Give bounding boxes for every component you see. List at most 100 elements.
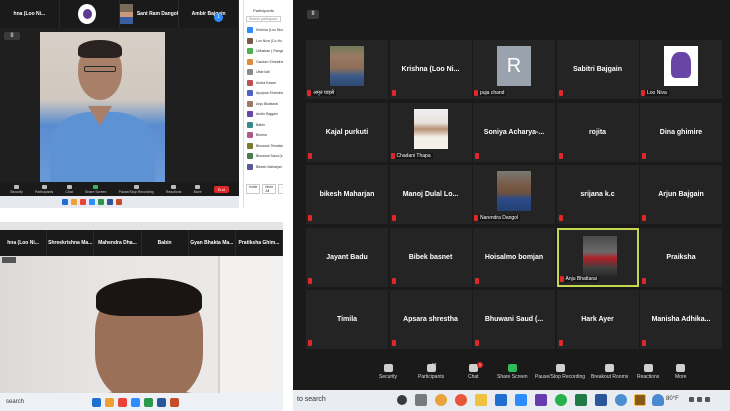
invite-button[interactable]: Invite [246, 184, 261, 194]
taskbar-app-icon[interactable] [170, 397, 179, 407]
security-button[interactable]: Security [10, 184, 23, 194]
taskbar-app-icon[interactable] [144, 397, 153, 407]
participant-row[interactable]: Bikesh Maharjan [244, 162, 283, 173]
participant-tile[interactable]: srijana k.c [556, 165, 639, 224]
participant-row[interactable]: Udhaban ( Ranga [244, 46, 283, 57]
notification-badge[interactable]: 1 [214, 13, 223, 22]
reactions-button[interactable]: Reactions [166, 184, 181, 194]
participant-tile[interactable]: rojita [556, 102, 639, 162]
word-icon[interactable] [595, 394, 607, 406]
participant-tile[interactable]: Kajal purkuti [306, 102, 388, 162]
participant-tile[interactable]: Jayant Badu [306, 227, 388, 287]
taskbar-app-icon[interactable] [70, 199, 77, 205]
participant-row[interactable]: Gautum Shrestha [244, 57, 283, 68]
strip-tile[interactable]: hna (Loo Ni... [0, 0, 60, 28]
taskbar-app-icon[interactable] [79, 199, 86, 205]
recording-button[interactable]: Pause/Stop Recording [535, 364, 585, 380]
taskbar-app-icon[interactable] [105, 397, 114, 407]
strip-tile[interactable]: Pratiksha Ghim... [236, 230, 283, 256]
participant-row[interactable]: Krishna (Loo Niva) [244, 25, 283, 36]
participant-tile[interactable]: Sabitri Bajgain [556, 40, 639, 99]
participant-tile[interactable]: Loo Niva [640, 40, 722, 99]
participant-tile[interactable]: bikesh Maharjan [306, 165, 388, 224]
strip-tile[interactable]: Babin [142, 230, 189, 256]
excel-icon[interactable] [575, 394, 587, 406]
participant-tile[interactable]: Manoj Dulal Lo... [389, 165, 472, 224]
participants-button[interactable]: 47 Participants [418, 363, 444, 380]
taskbar-app-icon[interactable] [92, 397, 101, 407]
chat-button[interactable]: 1 Chat [468, 362, 483, 380]
outlook-icon[interactable] [495, 394, 507, 406]
participant-tile[interactable]: Bhuwani Saud (... [473, 290, 555, 349]
participant-row[interactable]: Bhuwani Saud (s [244, 151, 283, 162]
more-button[interactable]: More [194, 184, 202, 194]
participant-tile[interactable]: Rpuja chand [473, 40, 555, 99]
share-screen-button[interactable]: Share Screen [497, 364, 528, 380]
file-explorer-icon[interactable] [475, 394, 487, 406]
participant-tile[interactable]: Chadani Thapa [389, 102, 472, 162]
strip-tile[interactable]: Gyan Bhakta Ma... [189, 230, 236, 256]
taskbar-search[interactable]: search [0, 399, 90, 405]
taskbar-search[interactable]: to search [297, 396, 326, 403]
edge-icon[interactable] [615, 394, 627, 406]
participant-row[interactable]: Babin [244, 120, 283, 131]
end-meeting-button[interactable]: End [213, 185, 229, 193]
strip-tile[interactable]: hna (Loo Ni... [0, 230, 48, 256]
participant-tile[interactable]: Dina ghimire [640, 102, 722, 162]
participant-row[interactable]: Ambir Bajgain [244, 109, 283, 120]
mute-all-button[interactable]: Mute All [262, 184, 277, 194]
chat-button[interactable]: Chat [65, 184, 73, 194]
more-button[interactable]: More [675, 364, 686, 380]
taskbar-app-icon[interactable] [131, 397, 140, 407]
recording-button[interactable]: Pause/Stop Recording [119, 184, 154, 194]
participant-tile[interactable]: Hoisalmo bomjan [473, 227, 555, 287]
taskbar-app-icon[interactable] [106, 199, 113, 205]
breakout-rooms-button[interactable]: Breakout Rooms [591, 364, 628, 380]
participant-search-input[interactable]: Search participant [246, 16, 281, 22]
firefox-icon[interactable] [455, 394, 467, 406]
strip-tile[interactable]: Ambir Bajgain [179, 0, 239, 28]
search-circle-icon[interactable] [397, 395, 407, 405]
participant-tile[interactable]: Anju Bhattarai [556, 227, 639, 287]
zoom-app-icon[interactable] [515, 394, 527, 406]
strip-tile[interactable] [60, 0, 120, 28]
taskbar-app-icon[interactable] [61, 199, 68, 205]
participant-tile[interactable]: Krishna (Loo Ni... [389, 40, 472, 99]
pause-icon[interactable]: II [307, 10, 319, 19]
chrome-icon[interactable] [435, 394, 447, 406]
participant-tile[interactable]: Arjun Bajgain [640, 165, 722, 224]
participant-tile[interactable]: Hark Ayer [556, 290, 639, 349]
strip-tile[interactable]: Mahendra Dha... [94, 230, 142, 256]
participant-tile[interactable]: Manisha Adhika... [640, 290, 722, 349]
participant-row[interactable]: Uttar kali [244, 67, 283, 78]
task-view-icon[interactable] [415, 394, 427, 406]
share-screen-button[interactable]: Share Screen [85, 184, 106, 194]
participant-tile[interactable]: Narendra Dangol [473, 165, 555, 224]
taskbar-app-icon[interactable] [115, 199, 122, 205]
security-button[interactable]: Security [379, 364, 397, 380]
viber-icon[interactable] [535, 394, 547, 406]
word-active-icon[interactable] [634, 394, 646, 406]
taskbar-app-icon[interactable] [97, 199, 104, 205]
participant-row[interactable]: Ayojana Shrestha [244, 88, 283, 99]
pause-icon[interactable]: II [4, 32, 20, 40]
participant-tile[interactable]: अमृत घाइसे [306, 40, 388, 99]
participant-tile[interactable]: Timila [306, 290, 388, 349]
participant-tile[interactable]: Bibek basnet [389, 227, 472, 287]
participant-tile[interactable]: Soniya Acharya-... [473, 102, 555, 162]
taskbar-app-icon[interactable] [118, 397, 127, 407]
participant-tile[interactable]: Apsara shrestha [389, 290, 472, 349]
strip-tile[interactable]: Shreekrishna Ma... [47, 230, 95, 256]
participant-row[interactable]: Loo Niva (Co-Ho [244, 36, 283, 47]
participant-row[interactable]: Amba Kesari [244, 78, 283, 89]
participants-button[interactable]: Participants [35, 184, 53, 194]
reactions-button[interactable]: Reactions [637, 364, 659, 380]
whatsapp-icon[interactable] [555, 394, 567, 406]
strip-tile[interactable]: Sant Ram Dangol [119, 0, 180, 28]
participant-tile[interactable]: Praiksha [640, 227, 722, 287]
taskbar-app-icon[interactable] [88, 199, 95, 205]
more-options-button[interactable]: ... [278, 184, 283, 194]
taskbar-app-icon[interactable] [157, 397, 166, 407]
participant-row[interactable]: Bishna [244, 130, 283, 141]
participant-row[interactable]: Anju Bhattarai [244, 99, 283, 110]
